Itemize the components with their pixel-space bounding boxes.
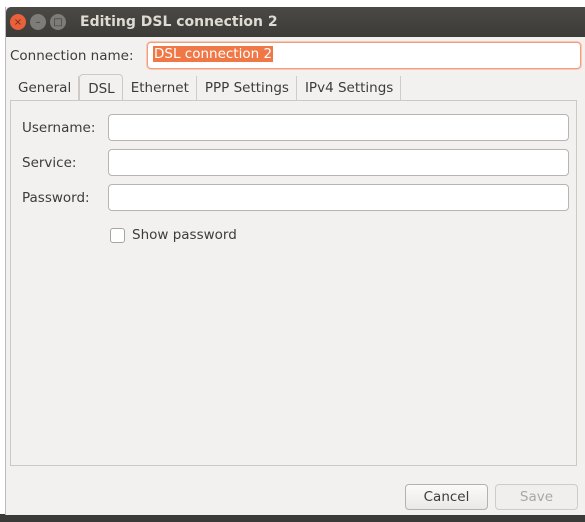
tab-ethernet[interactable]: Ethernet — [123, 76, 197, 101]
maximize-icon[interactable]: □ — [50, 14, 66, 30]
window-title: Editing DSL connection 2 — [80, 14, 278, 30]
minimize-icon[interactable]: – — [30, 14, 46, 30]
tab-ipv4-settings[interactable]: IPv4 Settings — [297, 76, 402, 101]
connection-name-value: DSL connection 2 — [153, 46, 274, 62]
password-input[interactable] — [108, 184, 569, 211]
connection-name-input[interactable]: DSL connection 2 — [147, 42, 581, 69]
tab-ppp-settings[interactable]: PPP Settings — [197, 76, 297, 101]
tab-general[interactable]: General — [10, 76, 80, 101]
username-input[interactable] — [108, 114, 569, 141]
desktop-background — [0, 514, 585, 522]
dsl-panel: Username: Service: Password: Show passwo… — [10, 100, 577, 466]
checkbox-icon[interactable] — [110, 227, 125, 243]
password-label: Password: — [22, 189, 90, 206]
service-label: Service: — [22, 154, 77, 171]
connection-name-label: Connection name: — [10, 47, 134, 64]
show-password-checkbox[interactable]: Show password — [110, 227, 237, 243]
show-password-label: Show password — [132, 227, 237, 243]
tab-bar: General DSL Ethernet PPP Settings IPv4 S… — [10, 74, 402, 101]
save-button[interactable]: Save — [495, 484, 578, 510]
tab-dsl[interactable]: DSL — [79, 74, 123, 100]
dialog-window: × – □ Editing DSL connection 2 Connectio… — [5, 7, 585, 515]
service-input[interactable] — [108, 149, 569, 176]
cancel-button[interactable]: Cancel — [405, 484, 488, 510]
close-icon[interactable]: × — [10, 14, 26, 30]
title-bar[interactable]: × – □ Editing DSL connection 2 — [6, 7, 585, 37]
username-label: Username: — [22, 119, 96, 136]
